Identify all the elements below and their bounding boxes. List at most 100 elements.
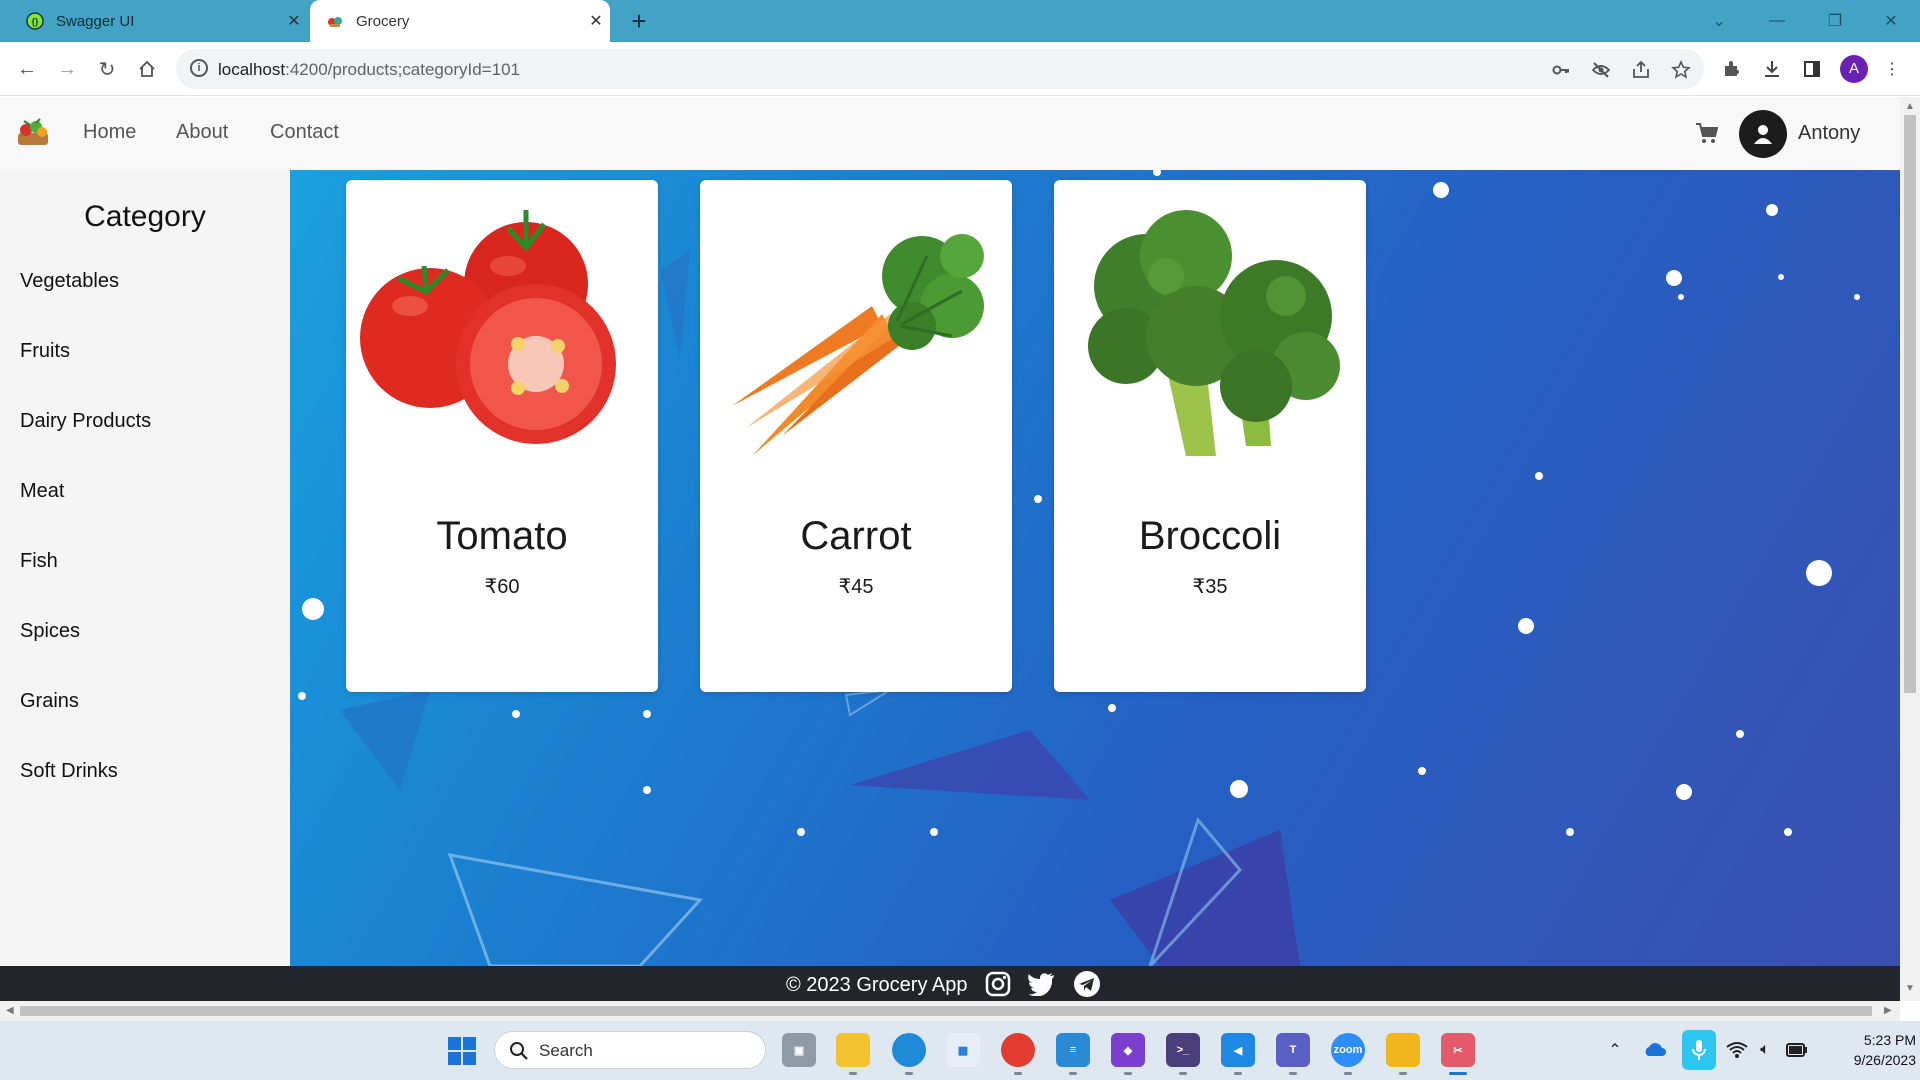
wifi-icon[interactable] xyxy=(1724,1037,1750,1063)
decor-dot xyxy=(1854,294,1860,300)
browser-toolbar: ← → ↻ i localhost:4200/products;category… xyxy=(0,42,1920,96)
extensions-puzzle-icon[interactable] xyxy=(1718,55,1746,83)
horizontal-scroll-thumb[interactable] xyxy=(20,1006,1872,1016)
decor-dot xyxy=(1678,294,1684,300)
category-item-spices[interactable]: Spices xyxy=(20,620,80,643)
microphone-icon[interactable] xyxy=(1682,1030,1716,1070)
broccoli-image xyxy=(1066,196,1354,486)
new-tab-button[interactable]: + xyxy=(622,4,656,38)
decor-dot xyxy=(1518,618,1534,634)
tab-close-icon[interactable]: ✕ xyxy=(582,11,610,31)
tray-overflow-chevron-icon[interactable]: ⌃ xyxy=(1602,1037,1628,1063)
decor-dot xyxy=(1108,704,1116,712)
download-icon[interactable] xyxy=(1758,55,1786,83)
tab-swagger-ui[interactable]: {} Swagger UI ✕ xyxy=(0,0,308,42)
onedrive-cloud-icon[interactable] xyxy=(1642,1037,1668,1063)
edge-icon[interactable] xyxy=(892,1033,926,1075)
tab-search-chevron-icon[interactable]: ⌄ xyxy=(1690,0,1748,42)
tomato-image xyxy=(358,196,646,486)
category-item-grains[interactable]: Grains xyxy=(20,690,79,713)
username-label[interactable]: Antony xyxy=(1798,122,1860,145)
chrome-icon[interactable] xyxy=(1001,1033,1035,1075)
teams-icon[interactable]: T xyxy=(1276,1033,1310,1075)
vertical-scrollbar[interactable]: ▲ ▼ xyxy=(1900,97,1920,1001)
back-arrow-icon[interactable]: ← xyxy=(12,54,42,84)
category-item-fish[interactable]: Fish xyxy=(20,550,58,573)
vertical-scroll-thumb[interactable] xyxy=(1904,115,1916,693)
minimize-button[interactable]: — xyxy=(1748,0,1806,42)
url-text: localhost:4200/products;categoryId=101 xyxy=(218,60,520,79)
product-card-tomato[interactable]: Tomato ₹60 xyxy=(346,180,658,692)
grocery-favicon-icon xyxy=(326,12,344,30)
scroll-right-arrow-icon[interactable]: ▶ xyxy=(1884,1005,1892,1016)
sidebar-title: Category xyxy=(84,200,206,233)
sticky-notes-icon[interactable] xyxy=(1386,1033,1420,1075)
product-area: Tomato ₹60 Carrot ₹45 Broccoli ₹35 xyxy=(290,170,1900,966)
decor-dot xyxy=(1034,495,1042,503)
category-item-vegetables[interactable]: Vegetables xyxy=(20,270,119,293)
app-navbar: Home About Contact Antony xyxy=(0,97,1900,170)
windows-start-icon[interactable] xyxy=(446,1035,478,1067)
decor-dot xyxy=(1778,274,1784,280)
notepad-icon[interactable]: ≡ xyxy=(1056,1033,1090,1075)
zoom-icon[interactable]: zoom xyxy=(1331,1033,1365,1075)
product-card-carrot[interactable]: Carrot ₹45 xyxy=(700,180,1012,692)
decor-dot xyxy=(1535,472,1543,480)
home-icon[interactable] xyxy=(132,54,162,84)
reload-icon[interactable]: ↻ xyxy=(92,54,122,84)
decor-dot xyxy=(1784,828,1792,836)
nav-about-link[interactable]: About xyxy=(176,121,228,144)
carrot-image xyxy=(712,196,1000,486)
system-clock[interactable]: 5:23 PM 9/26/2023 xyxy=(1816,1030,1916,1070)
battery-icon[interactable] xyxy=(1784,1037,1810,1063)
volume-icon[interactable]: 🔈︎ xyxy=(1752,1037,1778,1063)
site-info-icon[interactable]: i xyxy=(190,59,208,77)
file-explorer-icon[interactable] xyxy=(836,1033,870,1075)
product-card-broccoli[interactable]: Broccoli ₹35 xyxy=(1054,180,1366,692)
eye-off-icon[interactable] xyxy=(1588,57,1614,83)
microsoft-store-icon[interactable]: ▦ xyxy=(946,1033,980,1067)
decor-dot xyxy=(1230,780,1248,798)
bookmark-star-icon[interactable] xyxy=(1668,57,1694,83)
cart-icon[interactable] xyxy=(1694,120,1720,146)
vscode-icon[interactable]: ◀ xyxy=(1221,1033,1255,1075)
user-avatar-icon[interactable] xyxy=(1739,110,1787,158)
clock-date: 9/26/2023 xyxy=(1853,1052,1916,1068)
forward-arrow-icon[interactable]: → xyxy=(52,54,82,84)
decor-dot xyxy=(302,598,324,620)
scroll-up-arrow-icon[interactable]: ▲ xyxy=(1905,101,1915,112)
share-icon[interactable] xyxy=(1628,57,1654,83)
taskbar-search[interactable]: Search xyxy=(494,1031,766,1069)
address-bar[interactable]: i localhost:4200/products;categoryId=101 xyxy=(176,49,1704,89)
scroll-down-arrow-icon[interactable]: ▼ xyxy=(1905,983,1915,994)
terminal-icon[interactable]: >_ xyxy=(1166,1033,1200,1075)
horizontal-scrollbar[interactable]: ◀ ▶ xyxy=(0,1001,1900,1021)
category-item-meat[interactable]: Meat xyxy=(20,480,64,503)
nav-home-link[interactable]: Home xyxy=(83,121,136,144)
category-item-soft-drinks[interactable]: Soft Drinks xyxy=(20,760,118,783)
key-icon[interactable] xyxy=(1548,57,1574,83)
restore-button[interactable]: ❐ xyxy=(1806,0,1864,42)
decor-dot xyxy=(1736,730,1744,738)
visual-studio-icon[interactable]: ◆ xyxy=(1111,1033,1145,1075)
category-item-dairy-products[interactable]: Dairy Products xyxy=(20,410,151,433)
telegram-icon[interactable] xyxy=(1073,970,1101,998)
tab-close-icon[interactable]: ✕ xyxy=(280,11,308,31)
profile-avatar[interactable]: A xyxy=(1840,55,1868,83)
grocery-logo-icon[interactable] xyxy=(14,113,52,151)
product-price: ₹60 xyxy=(484,576,520,598)
close-window-button[interactable]: ✕ xyxy=(1862,0,1920,42)
decor-dot xyxy=(643,710,651,718)
search-label: Search xyxy=(539,1041,593,1060)
menu-kebab-icon[interactable]: ⋮ xyxy=(1878,55,1906,83)
task-view-icon[interactable]: ▣ xyxy=(782,1033,816,1067)
decor-dot xyxy=(1766,204,1778,216)
snipping-tool-icon[interactable]: ✂ xyxy=(1441,1033,1475,1075)
side-panel-icon[interactable] xyxy=(1798,55,1826,83)
tab-grocery[interactable]: Grocery ✕ xyxy=(310,0,610,42)
twitter-icon[interactable] xyxy=(1027,970,1055,998)
scroll-left-arrow-icon[interactable]: ◀ xyxy=(6,1005,14,1016)
category-item-fruits[interactable]: Fruits xyxy=(20,340,70,363)
nav-contact-link[interactable]: Contact xyxy=(270,121,339,144)
instagram-icon[interactable] xyxy=(984,970,1012,998)
